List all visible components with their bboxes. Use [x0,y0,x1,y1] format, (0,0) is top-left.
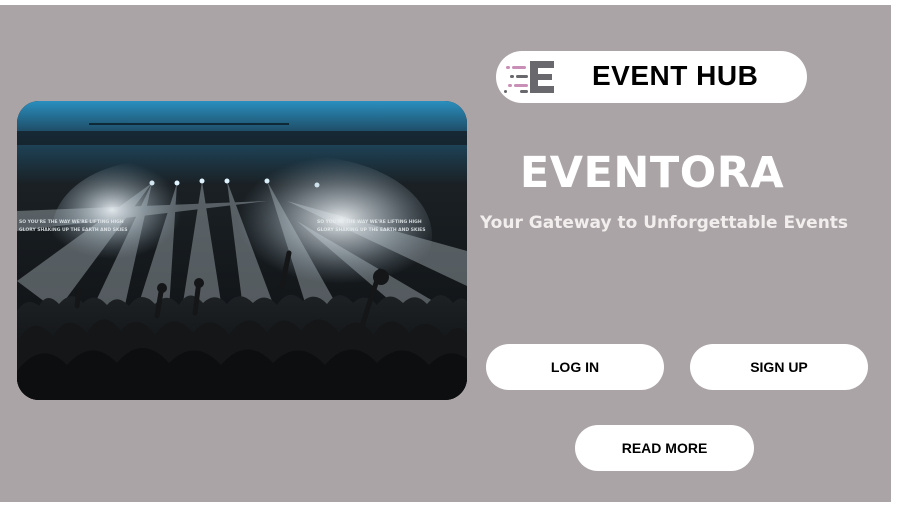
speed-e-icon [504,61,554,93]
signup-button[interactable]: SIGN UP [690,344,868,390]
logo-badge[interactable]: EVENT HUB [496,51,807,103]
brand-title: EVENTORA [519,148,785,198]
login-button[interactable]: LOG IN [486,344,664,390]
page-edge [891,0,897,507]
read-more-button[interactable]: READ MORE [575,425,754,471]
svg-text:GLORY SHAKING UP THE EARTH AND: GLORY SHAKING UP THE EARTH AND SKIES [19,227,127,233]
logo-text: EVENT HUB [592,60,759,91]
stage-lyrics-left: SO YOU'RE THE WAY WE'RE LIFTING HIGH [19,219,124,225]
stage-lyrics-right: SO YOU'RE THE WAY WE'RE LIFTING HIGH [317,219,422,225]
hero-image: SO YOU'RE THE WAY WE'RE LIFTING HIGH GLO… [17,101,467,400]
svg-text:GLORY SHAKING UP THE EARTH AND: GLORY SHAKING UP THE EARTH AND SKIES [317,227,425,233]
tagline: Your Gateway to Unforgettable Events [479,213,849,233]
